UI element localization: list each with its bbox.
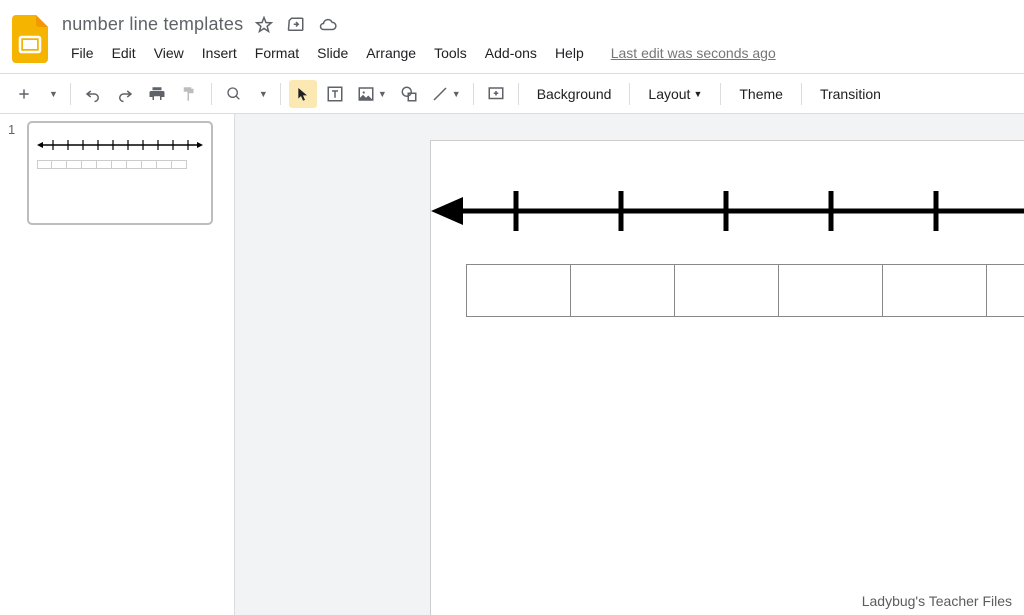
line-tool[interactable]: ▼ <box>427 80 465 108</box>
menu-format[interactable]: Format <box>246 41 308 65</box>
menu-insert[interactable]: Insert <box>193 41 246 65</box>
comment-button[interactable] <box>482 80 510 108</box>
menu-edit[interactable]: Edit <box>103 41 145 65</box>
background-button[interactable]: Background <box>527 80 622 108</box>
table-cell[interactable] <box>570 264 674 317</box>
toolbar: ▼ ▼ ▼ ▼ Background Layout▼ <box>0 74 1024 114</box>
workspace: 1 <box>0 114 1024 615</box>
transition-button[interactable]: Transition <box>810 80 891 108</box>
menu-file[interactable]: File <box>62 41 103 65</box>
move-icon[interactable] <box>287 16 305 34</box>
shape-tool[interactable] <box>395 80 423 108</box>
redo-button[interactable] <box>111 80 139 108</box>
menu-slide[interactable]: Slide <box>308 41 357 65</box>
menu-addons[interactable]: Add-ons <box>476 41 546 65</box>
theme-button[interactable]: Theme <box>729 80 793 108</box>
undo-button[interactable] <box>79 80 107 108</box>
header: number line templates File Edit View Ins… <box>0 0 1024 65</box>
menu-tools[interactable]: Tools <box>425 41 476 65</box>
layout-button[interactable]: Layout▼ <box>638 80 712 108</box>
watermark: Ladybug's Teacher Files <box>862 593 1012 609</box>
table-cell[interactable] <box>674 264 778 317</box>
menu-view[interactable]: View <box>145 41 193 65</box>
menu-bar: File Edit View Insert Format Slide Arran… <box>62 35 1014 65</box>
title-area: number line templates File Edit View Ins… <box>62 8 1014 65</box>
star-icon[interactable] <box>255 16 273 34</box>
thumb-numberline <box>37 137 203 153</box>
doc-title[interactable]: number line templates <box>62 14 243 35</box>
table-cell[interactable] <box>986 264 1024 317</box>
last-edit-link[interactable]: Last edit was seconds ago <box>611 45 776 61</box>
slides-app-icon[interactable] <box>10 14 50 64</box>
slide-number: 1 <box>8 122 22 224</box>
canvas-area[interactable] <box>235 114 1024 615</box>
label-table[interactable] <box>466 264 1024 317</box>
print-button[interactable] <box>143 80 171 108</box>
slide-panel[interactable]: 1 <box>0 114 235 615</box>
number-line[interactable] <box>431 181 1024 241</box>
new-slide-dropdown[interactable]: ▼ <box>42 80 62 108</box>
zoom-dropdown[interactable]: ▼ <box>252 80 272 108</box>
slide-canvas[interactable] <box>430 140 1024 615</box>
cloud-icon[interactable] <box>319 16 337 34</box>
select-tool[interactable] <box>289 80 317 108</box>
textbox-tool[interactable] <box>321 80 349 108</box>
table-cell[interactable] <box>466 264 570 317</box>
table-cell[interactable] <box>882 264 986 317</box>
menu-help[interactable]: Help <box>546 41 593 65</box>
zoom-button[interactable] <box>220 80 248 108</box>
slide-thumbnail-1[interactable] <box>28 122 212 224</box>
image-tool[interactable]: ▼ <box>353 80 391 108</box>
table-cell[interactable] <box>778 264 882 317</box>
new-slide-button[interactable] <box>10 80 38 108</box>
menu-arrange[interactable]: Arrange <box>357 41 425 65</box>
paint-format-button[interactable] <box>175 80 203 108</box>
